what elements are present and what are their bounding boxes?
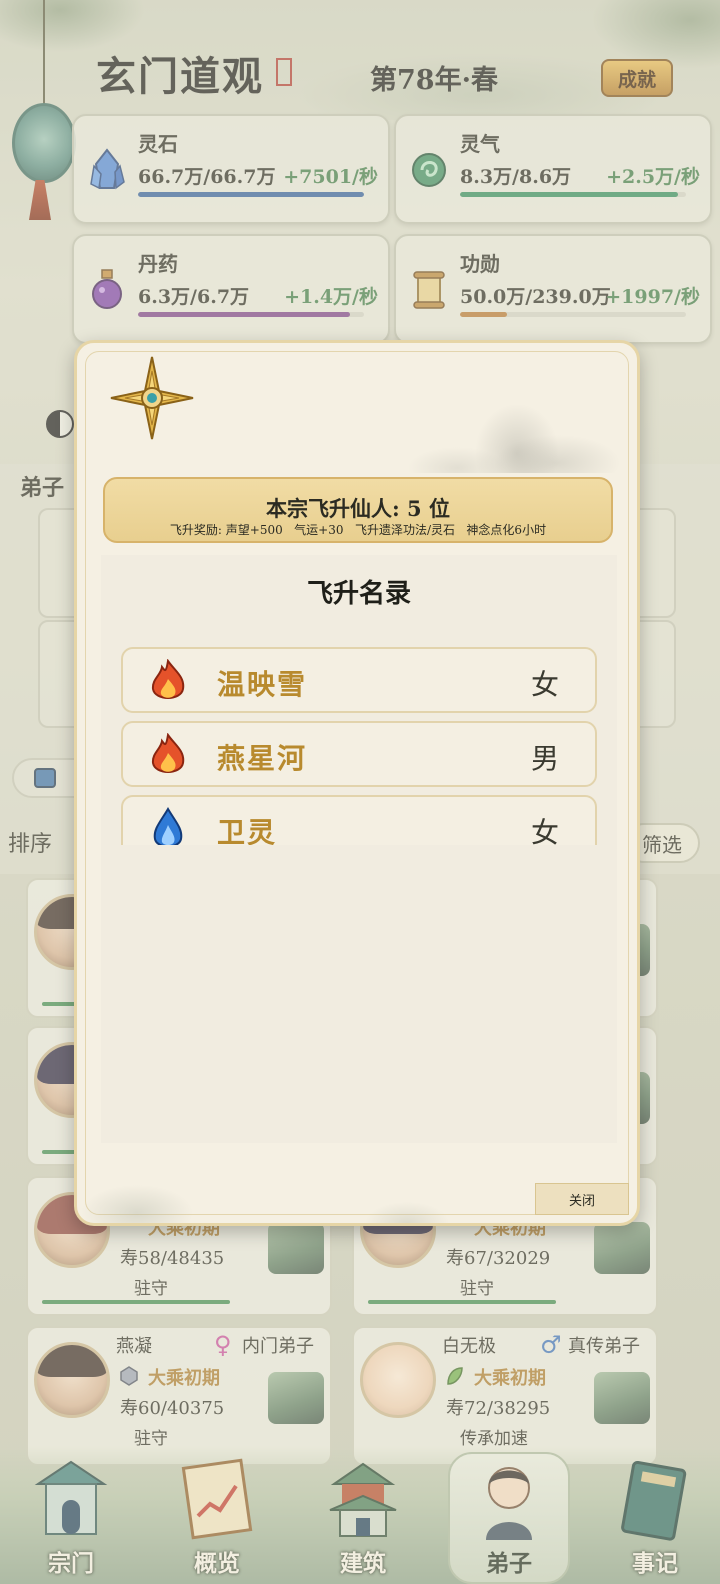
records-list[interactable]: 温映雪 女 燕星河 男 卫灵 女 bbox=[121, 647, 597, 845]
record-name: 卫灵 bbox=[217, 816, 278, 845]
close-button[interactable]: 关闭 bbox=[535, 1183, 629, 1215]
ascension-dialog: 本宗飞升仙人: 5 位 飞升奖励: 声望+500 气运+30 飞升遗泽功法/灵石… bbox=[74, 340, 640, 1226]
water-element-icon bbox=[153, 807, 183, 845]
record-name: 温映雪 bbox=[217, 668, 308, 701]
ascension-rewards: 飞升奖励: 声望+500 气运+30 飞升遗泽功法/灵石 神念点化6小时 bbox=[169, 523, 547, 537]
ascension-count: 本宗飞升仙人: 5 位 bbox=[266, 496, 450, 521]
record-name: 燕星河 bbox=[217, 742, 308, 775]
record-item[interactable]: 燕星河 男 bbox=[121, 721, 597, 787]
mountain-scenery bbox=[397, 363, 627, 473]
record-gender: 女 bbox=[530, 816, 559, 845]
ascension-records-panel: 飞升名录 温映雪 女 燕星河 男 卫灵 女 bbox=[101, 555, 617, 1143]
record-item[interactable]: 卫灵 女 bbox=[121, 795, 597, 845]
fire-element-icon bbox=[151, 733, 185, 773]
records-title: 飞升名录 bbox=[306, 579, 411, 609]
compass-star-icon bbox=[110, 356, 194, 440]
ascension-summary-banner: 本宗飞升仙人: 5 位 飞升奖励: 声望+500 气运+30 飞升遗泽功法/灵石… bbox=[103, 477, 613, 543]
record-gender: 男 bbox=[530, 742, 559, 775]
record-gender: 女 bbox=[530, 668, 559, 701]
fire-element-icon bbox=[151, 659, 185, 699]
record-item[interactable]: 温映雪 女 bbox=[121, 647, 597, 713]
